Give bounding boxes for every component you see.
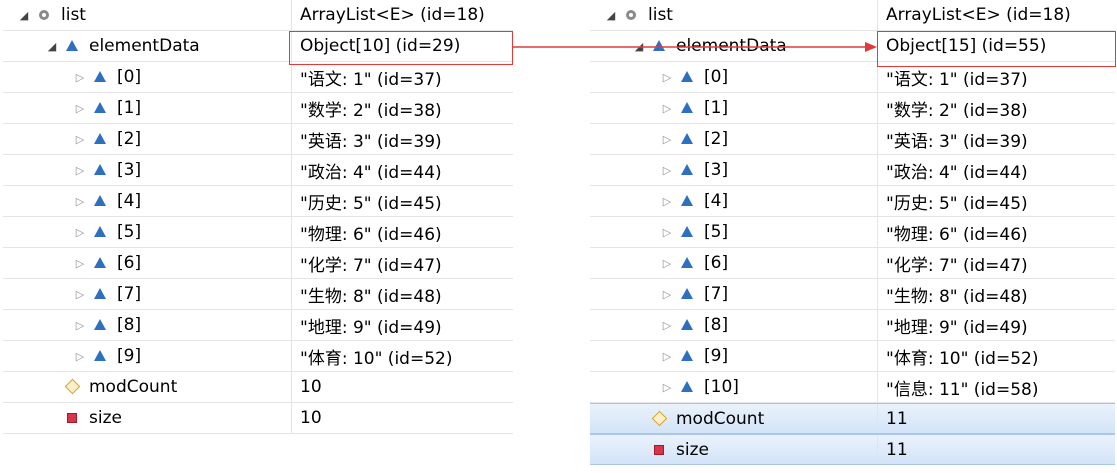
- arrow-connector: [513, 42, 877, 52]
